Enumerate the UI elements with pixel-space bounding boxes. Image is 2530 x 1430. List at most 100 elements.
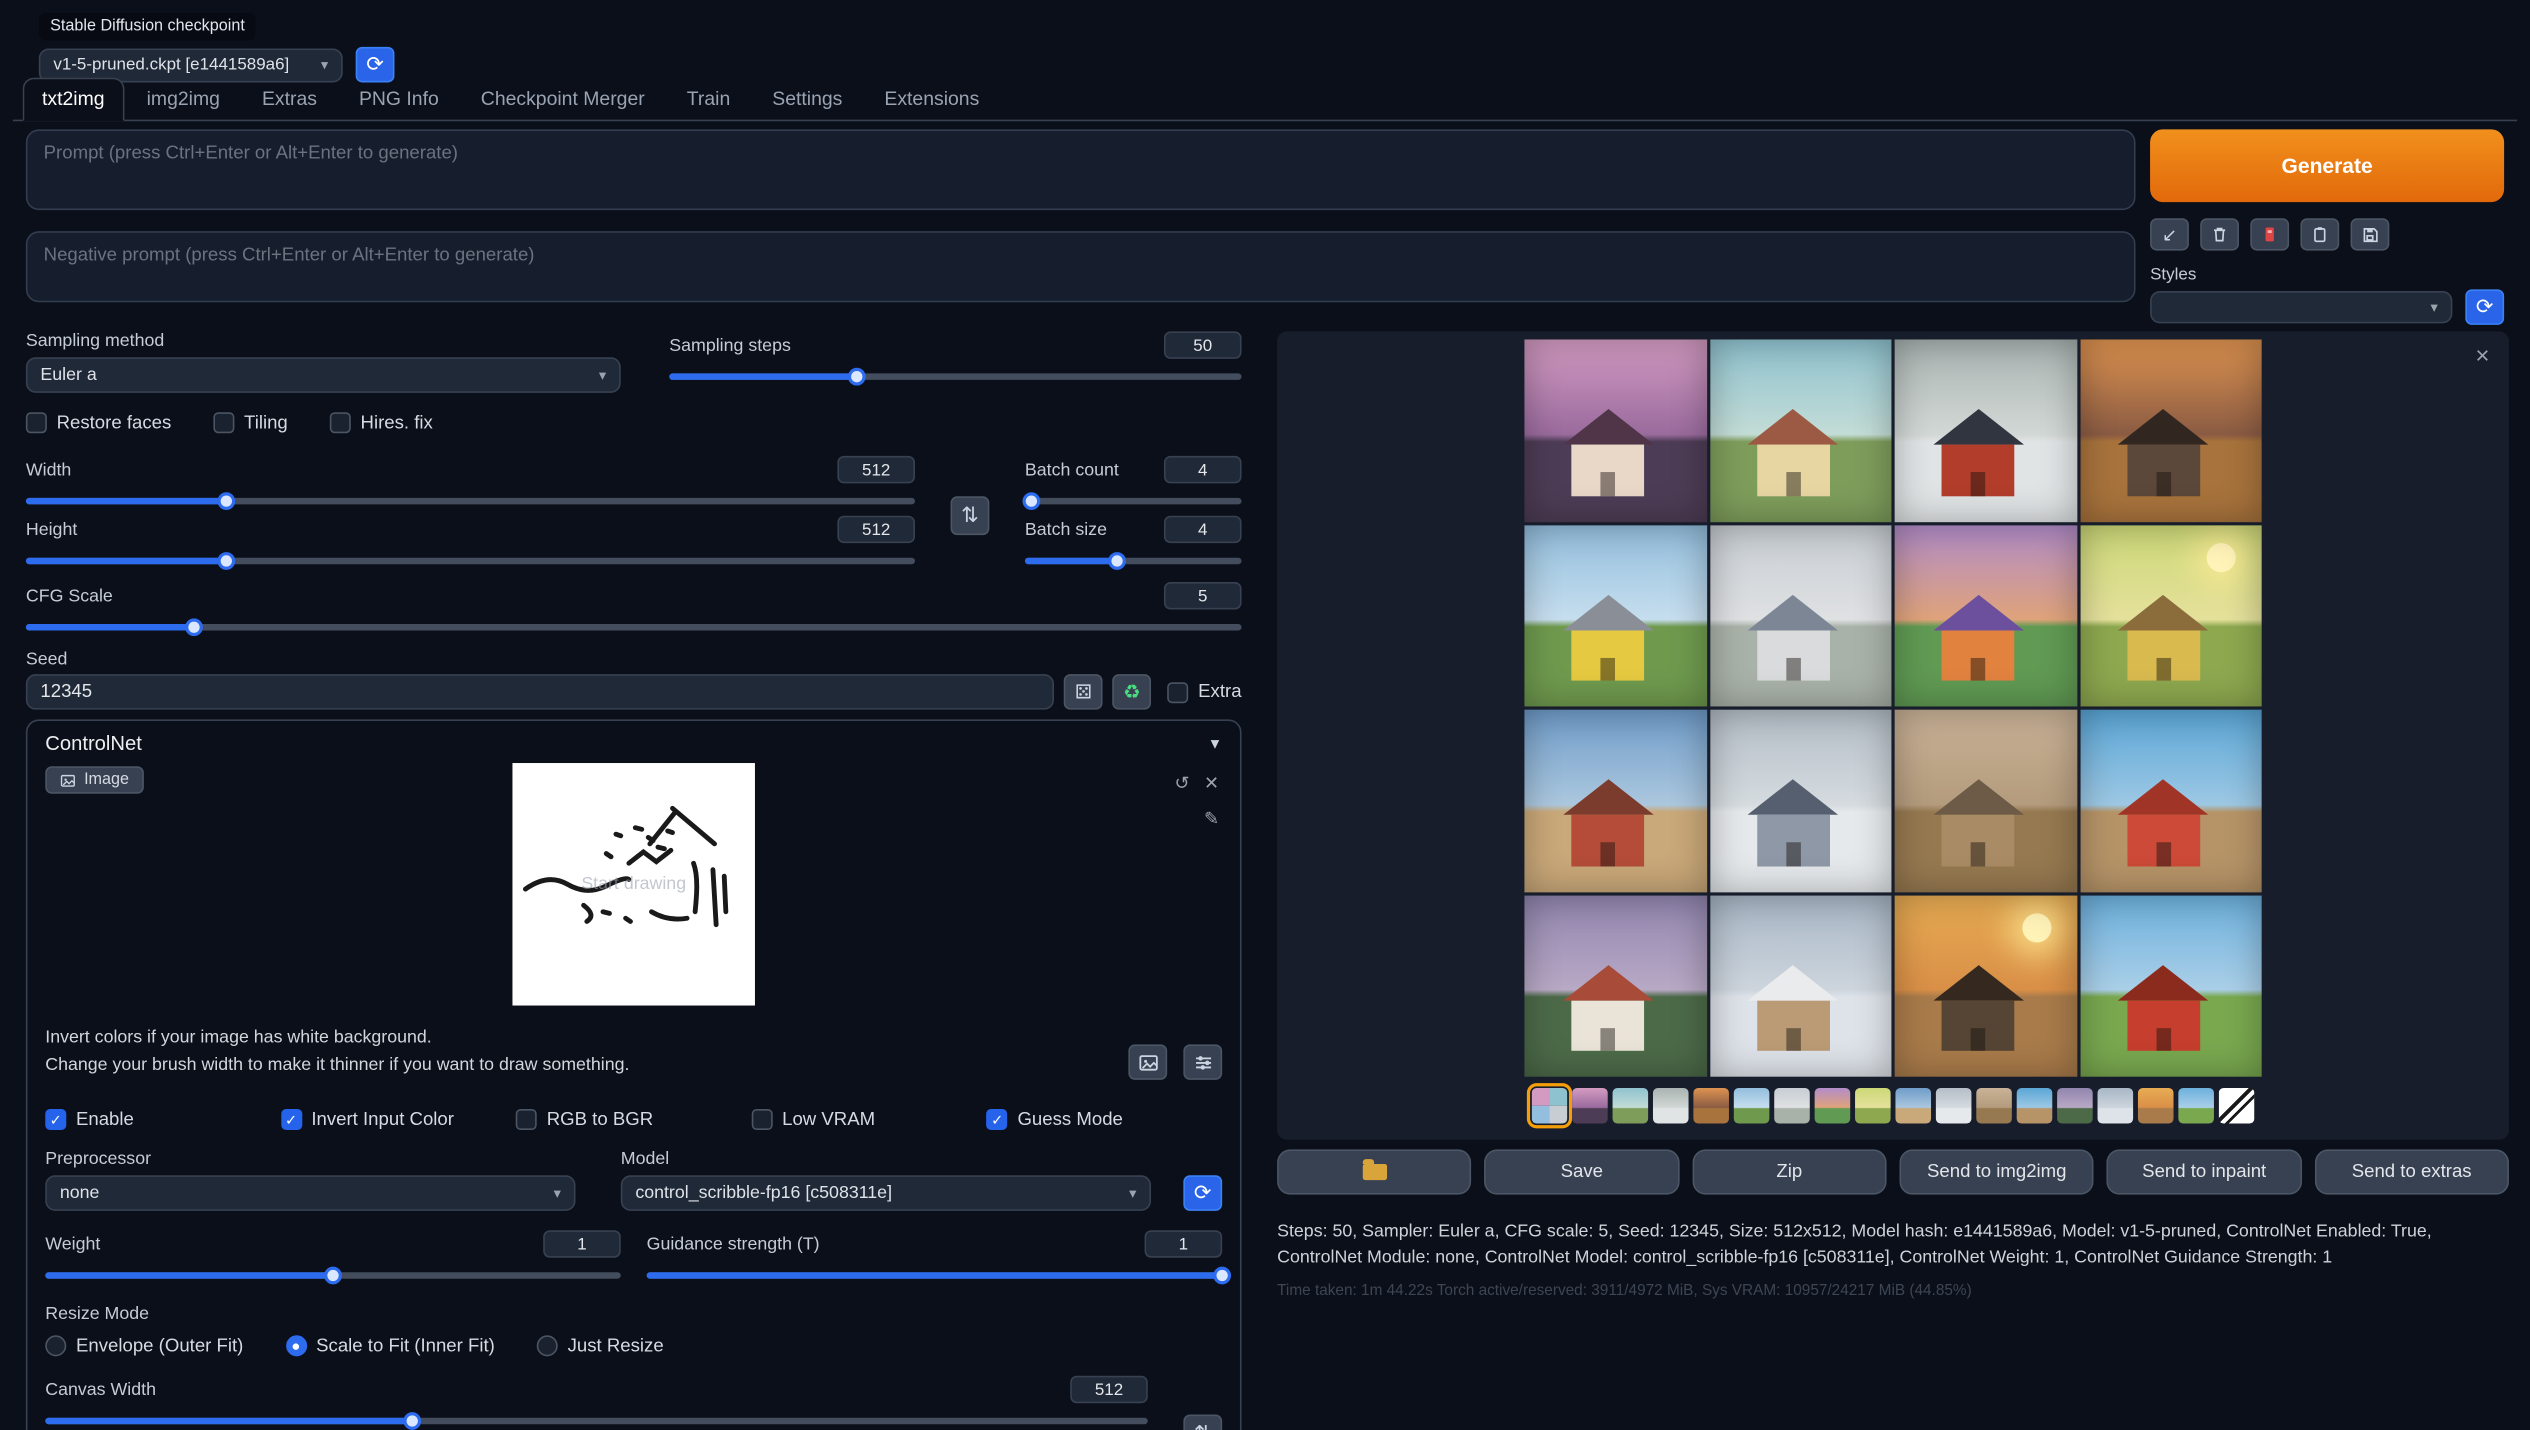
hires-fix-checkbox[interactable]: Hires. fix	[330, 412, 433, 433]
drawing-canvas[interactable]: Start drawing	[512, 763, 754, 1005]
height-slider[interactable]	[26, 550, 915, 571]
batch-size-slider[interactable]	[1025, 550, 1242, 571]
guidance-strength-slider[interactable]	[647, 1264, 1223, 1285]
cfg-scale-slider[interactable]	[26, 616, 1242, 637]
resize-just-resize-radio[interactable]: Just Resize	[537, 1335, 664, 1356]
model-refresh-button[interactable]: ⟳	[1183, 1175, 1222, 1211]
thumbnail-white-house-purple-sky[interactable]	[2057, 1088, 2093, 1124]
gallery-image-gray-sketch-house[interactable]	[1710, 525, 1892, 707]
resize-envelope-radio[interactable]: Envelope (Outer Fit)	[45, 1335, 243, 1356]
thumbnail-red-cottage-field[interactable]	[2178, 1088, 2214, 1124]
clear-prompt-button[interactable]	[2200, 218, 2239, 250]
resize-scale-to-fit-radio[interactable]: Scale to Fit (Inner Fit)	[285, 1335, 494, 1356]
extra-seed-checkbox[interactable]: Extra	[1167, 681, 1241, 702]
controlnet-accordion-header[interactable]: ControlNet ▼	[45, 731, 1222, 757]
gallery-image-village-pink-sky[interactable]	[1524, 339, 1706, 521]
low-vram-checkbox[interactable]: Low VRAM	[751, 1109, 986, 1130]
cfg-scale-value[interactable]	[1164, 582, 1242, 609]
extra-networks-button[interactable]	[2250, 218, 2289, 250]
invert-input-color-checkbox[interactable]: Invert Input Color	[281, 1109, 516, 1130]
negative-prompt-input[interactable]	[26, 231, 2136, 302]
undo-icon[interactable]: ↺	[1175, 773, 1190, 794]
tab-train[interactable]: Train	[667, 78, 749, 122]
clear-canvas-icon[interactable]: ✕	[1204, 773, 1219, 794]
gallery-image-sepia-old-town[interactable]	[1895, 710, 2077, 892]
gallery-image-snowy-street[interactable]	[1710, 710, 1892, 892]
guidance-strength-value[interactable]	[1145, 1230, 1223, 1257]
gallery-image-red-row-houses[interactable]	[1524, 710, 1706, 892]
gallery-image-yellow-house-meadow[interactable]	[1524, 525, 1706, 707]
new-canvas-button[interactable]	[1128, 1044, 1167, 1080]
open-folder-button[interactable]	[1277, 1149, 1472, 1194]
thumbnail-golden-field-sun[interactable]	[1855, 1088, 1891, 1124]
thumbnail-red-barn-snow[interactable]	[1653, 1088, 1689, 1124]
batch-count-slider[interactable]	[1025, 490, 1242, 511]
restore-faces-checkbox[interactable]: Restore faces	[26, 412, 171, 433]
thumbnail-gray-sketch-house[interactable]	[1774, 1088, 1810, 1124]
tab-txt2img[interactable]: txt2img	[23, 78, 124, 122]
thumbnail-sunset-barn[interactable]	[2138, 1088, 2174, 1124]
canvas-width-slider[interactable]	[45, 1410, 1148, 1430]
gallery-image-golden-field-sun[interactable]	[2080, 525, 2262, 707]
styles-dropdown[interactable]: ▾	[2150, 291, 2452, 323]
thumbnail-bright-street[interactable]	[2017, 1088, 2053, 1124]
weight-slider[interactable]	[45, 1264, 621, 1285]
height-value[interactable]	[837, 516, 915, 543]
gallery-close-icon[interactable]: ×	[2475, 344, 2489, 368]
sampling-method-dropdown[interactable]: Euler a ▾	[26, 357, 621, 393]
gallery-image-purple-orange-house[interactable]	[1895, 525, 2077, 707]
rgb-to-bgr-checkbox[interactable]: RGB to BGR	[516, 1109, 751, 1130]
gallery-image-red-cottage-field[interactable]	[2080, 895, 2262, 1077]
reuse-seed-button[interactable]: ♻	[1112, 674, 1151, 710]
gallery-image-snowy-cabin[interactable]	[1710, 895, 1892, 1077]
apply-style-button[interactable]	[2300, 218, 2339, 250]
canvas-width-value[interactable]	[1070, 1376, 1148, 1403]
thumbnail-grid[interactable]	[1532, 1088, 1568, 1124]
sampling-steps-value[interactable]	[1164, 331, 1242, 358]
adjust-brush-button[interactable]	[1183, 1044, 1222, 1080]
send-to-extras-button[interactable]: Send to extras	[2314, 1149, 2509, 1194]
batch-count-value[interactable]	[1164, 456, 1242, 483]
thumbnail-dark-sunset-house[interactable]	[1693, 1088, 1729, 1124]
tab-img2img[interactable]: img2img	[127, 78, 239, 122]
width-value[interactable]	[837, 456, 915, 483]
gallery-image-dark-sunset-house[interactable]	[2080, 339, 2262, 521]
enable-checkbox[interactable]: Enable	[45, 1109, 280, 1130]
styles-refresh-button[interactable]: ⟳	[2465, 289, 2504, 325]
batch-size-value[interactable]	[1164, 516, 1242, 543]
swap-canvas-dimensions-button[interactable]: ⇅	[1183, 1414, 1222, 1430]
model-dropdown[interactable]: control_scribble-fp16 [c508311e] ▾	[621, 1175, 1151, 1211]
thumbnail-sepia-old-town[interactable]	[1976, 1088, 2012, 1124]
width-slider[interactable]	[26, 490, 915, 511]
thumbnail-scribble-map[interactable]	[2219, 1088, 2255, 1124]
swap-dimensions-button[interactable]: ⇅	[951, 496, 990, 535]
tab-extensions[interactable]: Extensions	[865, 78, 999, 122]
tab-extras[interactable]: Extras	[243, 78, 337, 122]
save-style-button[interactable]	[2351, 218, 2390, 250]
thumbnail-cream-cottage-teal-sky[interactable]	[1613, 1088, 1649, 1124]
thumbnail-snowy-street[interactable]	[1936, 1088, 1972, 1124]
brush-icon[interactable]: ✎	[1204, 810, 1219, 829]
generate-button[interactable]: Generate	[2150, 129, 2504, 202]
seed-input[interactable]	[26, 674, 1054, 710]
gallery-image-sunset-barn[interactable]	[1895, 895, 2077, 1077]
tab-checkpoint-merger[interactable]: Checkpoint Merger	[461, 78, 664, 122]
gallery-image-red-barn-snow[interactable]	[1895, 339, 2077, 521]
gallery-image-cream-cottage-teal-sky[interactable]	[1710, 339, 1892, 521]
zip-button[interactable]: Zip	[1692, 1149, 1887, 1194]
thumbnail-purple-orange-house[interactable]	[1815, 1088, 1851, 1124]
send-to-img2img-button[interactable]: Send to img2img	[1899, 1149, 2094, 1194]
sampling-steps-slider[interactable]	[669, 365, 1241, 386]
prompt-input[interactable]	[26, 129, 2136, 210]
random-seed-button[interactable]: ⚄	[1064, 674, 1103, 710]
gallery-image-white-house-purple-sky[interactable]	[1524, 895, 1706, 1077]
preprocessor-dropdown[interactable]: none ▾	[45, 1175, 575, 1211]
paste-params-button[interactable]: ↙	[2150, 218, 2189, 250]
gallery-image-bright-street[interactable]	[2080, 710, 2262, 892]
tab-png-info[interactable]: PNG Info	[340, 78, 459, 122]
tiling-checkbox[interactable]: Tiling	[213, 412, 287, 433]
thumbnail-yellow-house-meadow[interactable]	[1734, 1088, 1770, 1124]
image-tab-chip[interactable]: Image	[45, 766, 143, 793]
thumbnail-village-pink-sky[interactable]	[1572, 1088, 1608, 1124]
weight-value[interactable]	[543, 1230, 621, 1257]
